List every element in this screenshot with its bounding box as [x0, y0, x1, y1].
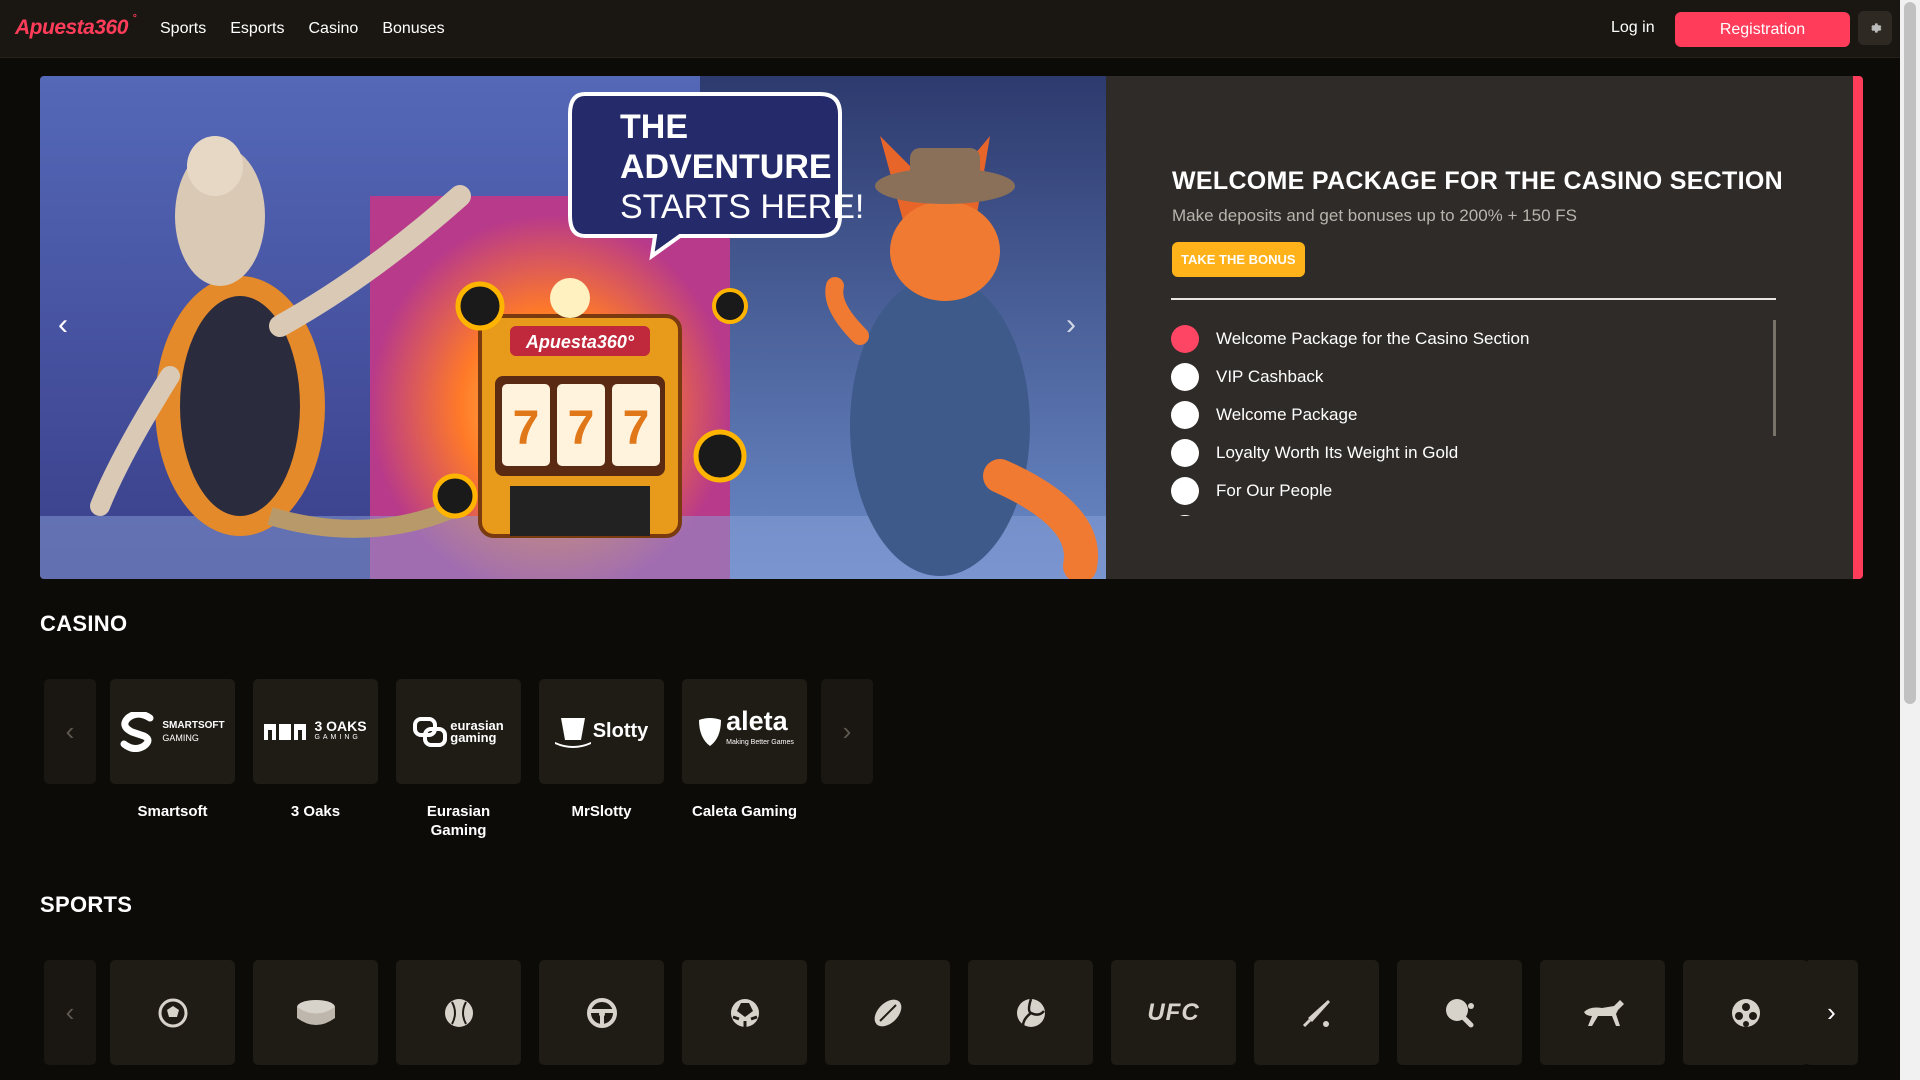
sports-next-arrow[interactable]: › — [1805, 960, 1858, 1065]
casino-section-title: CASINO — [40, 611, 128, 636]
reel-1: 7 — [513, 402, 540, 455]
table-tennis-icon — [1445, 998, 1474, 1027]
provider-name[interactable]: Smartsoft — [110, 802, 235, 821]
caleta-logo-sub: Making Better Games — [726, 738, 794, 746]
nav-sports[interactable]: Sports — [160, 20, 206, 38]
cricket-icon — [1302, 999, 1330, 1027]
casino-next-arrow[interactable]: › — [821, 679, 873, 784]
hockey-puck-icon — [296, 999, 335, 1025]
promo-divider — [1171, 298, 1776, 300]
sport-tile-horse-racing[interactable] — [1540, 960, 1665, 1065]
gear-icon — [1871, 23, 1882, 33]
horse-racing-icon — [1583, 999, 1624, 1026]
sport-tile-volleyball[interactable] — [968, 960, 1093, 1065]
site-logo[interactable]: Apuesta360 ° — [15, 13, 136, 40]
top-hat-icon — [554, 717, 591, 748]
bubble-line-3: STARTS HERE! — [620, 188, 864, 226]
smartsoft-logo-sub: GAMING — [162, 732, 199, 743]
settings-button[interactable] — [1858, 11, 1892, 45]
scrollbar-thumb[interactable] — [1904, 2, 1916, 704]
provider-name[interactable]: Caleta Gaming — [682, 802, 807, 821]
provider-name[interactable]: 3 Oaks — [253, 802, 378, 821]
banner-prev-arrow[interactable]: ‹ — [58, 310, 88, 340]
banner-accent-bar — [1853, 76, 1863, 579]
promo-list-scrollbar[interactable] — [1773, 320, 1776, 436]
login-button[interactable]: Log in — [1611, 19, 1655, 37]
smartsoft-logo-text: SMARTSOFT — [162, 719, 225, 731]
caleta-logo-icon — [699, 717, 722, 746]
top-bar: Apuesta360 ° Sports Esports Casino Bonuse… — [0, 0, 1900, 58]
promo-item[interactable]: Welcome Package for the Casino Section — [1171, 320, 1776, 358]
smartsoft-logo-icon — [120, 711, 154, 752]
eurasian-logo-icon — [413, 716, 448, 747]
sport-tile-motorsport[interactable] — [539, 960, 664, 1065]
promo-list: Welcome Package for the Casino Section V… — [1171, 320, 1776, 516]
3-oaks-logo-text: 3 OAKS — [314, 717, 367, 734]
futsal-icon — [1731, 998, 1760, 1027]
take-bonus-button[interactable]: TAKE THE BONUS — [1172, 242, 1305, 277]
promo-panel: WELCOME PACKAGE FOR THE CASINO SECTION M… — [1172, 167, 1822, 277]
page-scrollbar[interactable] — [1900, 0, 1920, 1080]
slot-brand: Apuesta360° — [525, 332, 635, 352]
registration-button[interactable]: Registration — [1675, 12, 1850, 47]
caleta-logo-text: aleta — [726, 705, 788, 736]
reel-2: 7 — [568, 402, 595, 455]
rugby-icon — [874, 999, 901, 1026]
promo-dot — [1171, 401, 1199, 429]
ufc-icon: UFC — [1147, 998, 1200, 1026]
provider-name[interactable]: MrSlotty — [539, 802, 664, 821]
sport-tile-cricket[interactable] — [1254, 960, 1379, 1065]
mrslotty-logo-text: Slotty — [592, 720, 649, 742]
banner-illustration[interactable]: THE ADVENTURE STARTS HERE! Apuesta360° 7… — [40, 76, 1106, 579]
provider-tile-mrslotty[interactable]: Slotty — [539, 679, 664, 784]
promo-item[interactable]: Loyalty Worth Its Weight in Gold — [1171, 434, 1776, 472]
provider-tile-eurasian[interactable]: eurasian gaming — [396, 679, 521, 784]
reel-3: 7 — [623, 402, 650, 455]
sport-tile-hockey[interactable] — [253, 960, 378, 1065]
promo-dot — [1171, 439, 1199, 467]
promo-banner: THE ADVENTURE STARTS HERE! Apuesta360° 7… — [40, 76, 1863, 579]
banner-next-arrow[interactable]: › — [1066, 310, 1096, 340]
main-nav: Sports Esports Casino Bonuses — [160, 0, 445, 58]
3-oaks-logo-sub: GAMING — [314, 733, 361, 741]
promo-title: WELCOME PACKAGE FOR THE CASINO SECTION — [1172, 167, 1783, 195]
volleyball-icon — [1016, 998, 1045, 1027]
sport-tile-football[interactable] — [682, 960, 807, 1065]
promo-dot — [1171, 515, 1199, 516]
nav-bonuses[interactable]: Bonuses — [382, 20, 444, 38]
sport-tile-table-tennis[interactable] — [1397, 960, 1522, 1065]
promo-item[interactable]: VIP Cashback — [1171, 358, 1776, 396]
sport-tile-soccer[interactable] — [110, 960, 235, 1065]
sport-tile-futsal[interactable] — [1683, 960, 1808, 1065]
promo-dot-active — [1171, 325, 1199, 353]
promo-item[interactable]: For Our People — [1171, 472, 1776, 510]
provider-tile-smartsoft[interactable]: SMARTSOFT GAMING — [110, 679, 235, 784]
provider-tile-3-oaks[interactable]: 3 OAKS GAMING — [253, 679, 378, 784]
promo-dot — [1171, 477, 1199, 505]
provider-name[interactable]: Eurasian Gaming — [396, 802, 521, 840]
soccer-ball-icon — [730, 998, 759, 1027]
sport-tile-ufc[interactable]: UFC — [1111, 960, 1236, 1065]
3-oaks-logo-icon — [264, 723, 307, 740]
bubble-line-1: THE — [620, 108, 688, 146]
sport-tile-baseball[interactable] — [396, 960, 521, 1065]
baseball-icon — [444, 998, 473, 1027]
eurasian-logo-sub: gaming — [450, 729, 497, 745]
promo-item[interactable]: Welcome Package — [1171, 396, 1776, 434]
sport-tile-rugby[interactable] — [825, 960, 950, 1065]
promo-item[interactable] — [1171, 510, 1776, 516]
soccer-icon — [158, 998, 187, 1027]
nav-esports[interactable]: Esports — [230, 20, 284, 38]
bubble-line-2: ADVENTURE — [620, 148, 832, 186]
promo-subtitle: Make deposits and get bonuses up to 200%… — [1172, 206, 1577, 225]
promo-dot — [1171, 363, 1199, 391]
steering-wheel-icon — [586, 997, 617, 1028]
sports-prev-arrow[interactable]: ‹ — [44, 960, 96, 1065]
sports-section-title: SPORTS — [40, 892, 133, 917]
casino-prev-arrow[interactable]: ‹ — [44, 679, 96, 784]
nav-casino[interactable]: Casino — [309, 20, 359, 38]
provider-tile-caleta[interactable]: aleta Making Better Games — [682, 679, 807, 784]
